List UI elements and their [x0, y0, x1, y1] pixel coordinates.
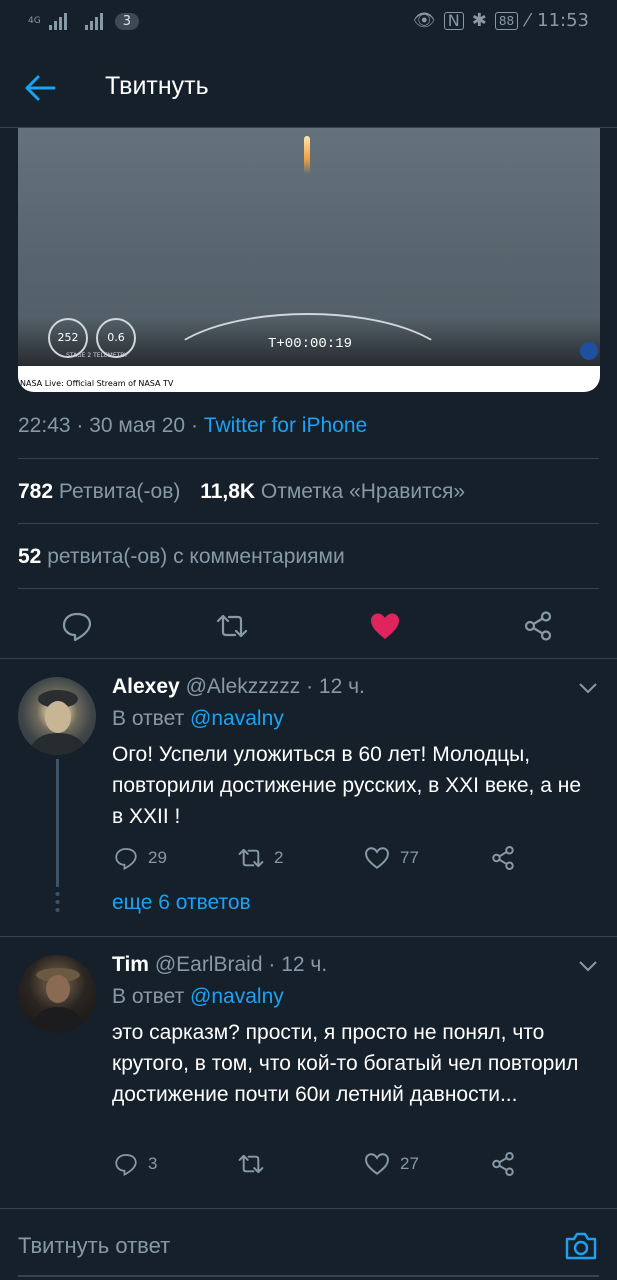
reply-count: 29 [148, 848, 167, 867]
like-button[interactable]: 27 [364, 1151, 419, 1177]
battery-indicator: 88 [494, 11, 519, 30]
tweet-date: 30 мая 20 [89, 414, 186, 437]
tweet-meta: 22:43 · 30 мая 20 · Twitter for iPhone [18, 414, 367, 438]
avatar[interactable] [18, 955, 96, 1033]
like-count: 77 [400, 848, 419, 867]
reply-to-prefix: В ответ [112, 985, 185, 1008]
reply-to-handle[interactable]: @navalny [190, 707, 284, 730]
nfc-icon: N [443, 11, 464, 30]
quote-count: 52 [18, 545, 42, 568]
like-heart-icon[interactable] [369, 610, 401, 642]
chevron-down-icon[interactable] [578, 681, 598, 695]
bluetooth-icon: ✱ [471, 10, 487, 31]
meta-dot: · [190, 414, 204, 437]
reply-button[interactable]: 29 [114, 845, 167, 871]
meta-dot: · [76, 414, 90, 437]
divider [18, 588, 599, 589]
avatar-portrait [28, 690, 88, 755]
author-handle[interactable]: @Alekzzzzz [186, 675, 301, 698]
retweet-button[interactable] [238, 1151, 274, 1177]
leaf-icon: ⁄ [526, 10, 530, 31]
telemetry-label: STAGE 2 TELEMETRY [66, 352, 128, 359]
retweet-icon [238, 848, 264, 868]
reply-to-prefix: В ответ [112, 707, 185, 730]
quote-label: ретвита(-ов) с комментариями [47, 545, 345, 568]
reply-to: В ответ @navalny [112, 985, 284, 1009]
quote-stats[interactable]: 52 ретвита(-ов) с комментариями [18, 545, 345, 569]
composer-underline [18, 1275, 599, 1277]
tweet-time: 22:43 [18, 414, 71, 437]
reply-icon[interactable] [61, 610, 93, 642]
app-header: Твитнуть [0, 46, 617, 128]
reply-to: В ответ @navalny [112, 707, 284, 731]
share-icon [492, 1152, 514, 1176]
reply-icon [115, 1154, 137, 1176]
share-icon [492, 846, 514, 870]
reply-to-handle[interactable]: @navalny [190, 985, 284, 1008]
share-button[interactable] [490, 845, 516, 871]
thread-dots-icon [55, 892, 60, 912]
reply-header: Tim @EarlBraid · 12 ч. [112, 953, 327, 977]
like-button[interactable]: 77 [364, 845, 419, 871]
meta-dot: · [268, 953, 276, 976]
status-bar: 4G 3 👁 N ✱ 88 ⁄ 11:53 [0, 0, 617, 46]
countdown-clock: T+00:00:19 [268, 336, 353, 352]
likes-label: Отметка «Нравится» [260, 480, 466, 503]
avatar[interactable] [18, 677, 96, 755]
reply-age: 12 ч. [281, 953, 328, 976]
reply-tweet[interactable]: Alexey @Alekzzzzz · 12 ч. В ответ @naval… [0, 659, 617, 935]
share-icon[interactable] [522, 610, 554, 642]
chevron-down-icon[interactable] [578, 959, 598, 973]
author-name[interactable]: Alexey [112, 675, 180, 698]
reply-count: 3 [148, 1154, 158, 1173]
like-count: 27 [400, 1154, 419, 1173]
tweet-actions [0, 598, 617, 656]
retweets-stat[interactable]: 782 Ретвита(-ов) [18, 480, 180, 503]
page-title: Твитнуть [105, 72, 209, 100]
divider [18, 458, 599, 459]
heart-outline-icon [365, 847, 389, 869]
media-caption: NASA Live: Official Stream of NASA TV [20, 379, 174, 388]
share-button[interactable] [490, 1151, 516, 1177]
avatar-portrait [30, 968, 86, 1033]
clock: 11:53 [537, 10, 589, 31]
show-more-replies-link[interactable]: еще 6 ответов [112, 891, 251, 915]
reply-text: Ого! Успели уложиться в 60 лет! Молодцы,… [112, 743, 582, 828]
reply-header: Alexey @Alekzzzzz · 12 ч. [112, 675, 365, 699]
reply-text: это сарказм? прости, я просто не понял, … [112, 1021, 579, 1106]
reply-tweet[interactable]: Tim @EarlBraid · 12 ч. В ответ @navalny … [0, 937, 617, 1195]
likes-stat[interactable]: 11,8K Отметка «Нравится» [200, 480, 465, 503]
retweets-label: Ретвита(-ов) [58, 480, 181, 503]
nasa-logo-icon [580, 342, 598, 360]
back-arrow-icon[interactable] [24, 74, 56, 102]
likes-count: 11,8K [200, 480, 256, 503]
signal-icon-2 [84, 12, 103, 30]
signal-icon [48, 12, 67, 30]
tweet-media[interactable]: 252 0.6 STAGE 2 TELEMETRY T+00:00:19 NAS… [18, 128, 600, 392]
author-name[interactable]: Tim [112, 953, 149, 976]
reply-age: 12 ч. [318, 675, 365, 698]
network-type: 4G [28, 15, 41, 26]
author-handle[interactable]: @EarlBraid [155, 953, 263, 976]
reply-button[interactable]: 3 [114, 1151, 157, 1177]
retweet-icon[interactable] [216, 610, 248, 642]
retweet-icon [238, 1154, 264, 1174]
retweets-count: 782 [18, 480, 54, 503]
camera-icon[interactable] [564, 1231, 598, 1261]
reply-icon [115, 848, 137, 870]
retweet-count: 2 [274, 848, 284, 867]
notification-badge: 3 [114, 12, 139, 30]
divider [18, 523, 599, 524]
reply-composer[interactable]: Твитнуть ответ [0, 1208, 617, 1280]
meta-dot: · [306, 675, 314, 698]
heart-outline-icon [365, 1153, 389, 1175]
rocket-image [304, 136, 310, 174]
reply-input-placeholder[interactable]: Твитнуть ответ [18, 1233, 170, 1259]
tweet-source-link[interactable]: Twitter for iPhone [204, 414, 367, 437]
eye-icon: 👁 [412, 10, 436, 31]
retweet-button[interactable]: 2 [238, 845, 283, 871]
thread-line [56, 759, 59, 887]
engagement-stats: 782 Ретвита(-ов) 11,8K Отметка «Нравится… [18, 480, 465, 504]
